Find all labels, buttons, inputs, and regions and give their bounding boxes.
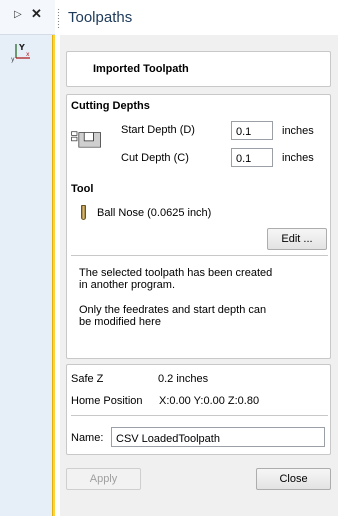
apply-button[interactable]: Apply [66,468,141,490]
message-line-2: in another program. [79,279,175,291]
tool-title: Tool [71,183,94,195]
close-button[interactable]: Close [256,468,331,490]
cut-depth-input[interactable] [231,148,273,167]
cut-depth-unit: inches [282,152,314,164]
dock-divider[interactable] [52,35,55,516]
edit-tool-button[interactable]: Edit ... [267,228,327,250]
toolpath-name-input[interactable] [111,427,325,447]
panel-title-bar: Toolpaths [60,0,338,35]
start-depth-unit: inches [282,125,314,137]
ball-nose-tool-icon [81,205,86,220]
start-depth-input[interactable] [231,121,273,140]
svg-text:y: y [11,56,15,63]
page-title: Toolpaths [68,9,133,26]
cut-depth-label: Cut Depth (C) [121,152,189,164]
safe-z-label: Safe Z [71,373,104,385]
left-dock-strip [0,0,55,516]
dock-header: ▷ ✕ [0,0,55,35]
pin-icon[interactable]: ▷ [14,9,22,20]
separator [71,415,328,416]
start-depth-label: Start Depth (D) [121,124,195,136]
home-position-value: X:0.00 Y:0.00 Z:0.80 [159,395,260,407]
cutting-depths-title: Cutting Depths [71,100,150,112]
toolpath-heading-box: Imported Toolpath [66,51,331,87]
message-line-4: be modified here [79,316,161,328]
toolpaths-panel: Toolpaths Imported Toolpath Cutting Dept… [60,0,338,516]
axis-xyz-icon[interactable]: y x Y [11,41,33,63]
tool-name: Ball Nose (0.0625 inch) [97,207,212,219]
separator [71,255,328,256]
home-position-label: Home Position [71,395,143,407]
settings-box: Cutting Depths Start Depth (D) inches Cu… [66,94,331,359]
message-line-1: The selected toolpath has been created [79,267,273,279]
svg-text:Y: Y [18,43,25,52]
toolpath-info-box: Safe Z 0.2 inches Home Position X:0.00 Y… [66,364,331,455]
svg-text:x: x [26,51,30,58]
message-line-3: Only the feedrates and start depth can [79,304,267,316]
cut-depth-diagram-icon [71,131,101,148]
close-icon[interactable]: ✕ [31,6,42,22]
toolpath-heading: Imported Toolpath [93,63,189,75]
name-label: Name: [71,432,104,444]
safe-z-value: 0.2 inches [158,373,209,385]
